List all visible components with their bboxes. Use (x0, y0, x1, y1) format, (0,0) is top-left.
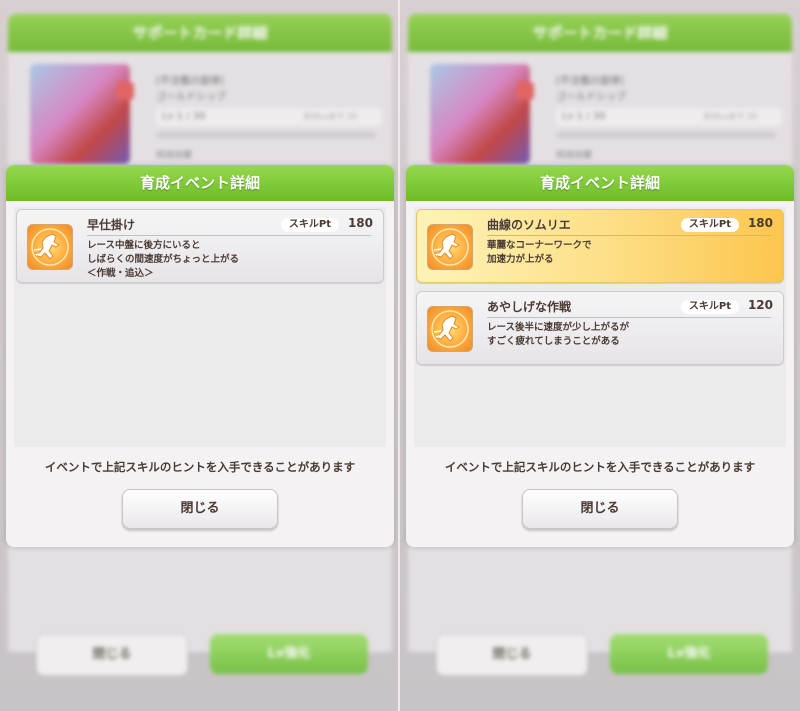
card-title: [不沈艦の旋律] (156, 76, 224, 87)
support-card-image[interactable] (430, 64, 530, 164)
card-level-note: 次のLvまで 15 (303, 112, 357, 121)
skill-pt-label: スキルPt (280, 218, 339, 232)
level-up-button[interactable]: Lv強化 (210, 634, 368, 674)
modal-title: 育成イベント詳細 (6, 165, 394, 201)
skill-pt-value: 120 (747, 298, 773, 312)
event-description-line: レース後半に速度が少し上がるが (487, 322, 630, 333)
support-card-detail-title: サポートカード詳細 (8, 14, 392, 52)
level-gauge (156, 132, 376, 138)
card-name: ゴールドシップ (556, 92, 626, 103)
speed-runner-icon (27, 224, 73, 270)
card-level-note: 次のLvまで 15 (703, 112, 757, 121)
left-screen: サポートカード詳細 [不沈艦の旋律] ゴールドシップ Lv 1 / 30 次のL… (0, 0, 400, 711)
support-card-detail-title: サポートカード詳細 (408, 14, 792, 52)
hint-note: イベントで上記スキルのヒントを入手できることがあります (44, 460, 356, 474)
event-description: レース中盤に後方にいると しばらくの間速度がちょっと上がる ＜作戦・追込＞ (87, 239, 239, 281)
event-card[interactable]: 早仕掛け スキルPt 180 レース中盤に後方にいると しばらくの間速度がちょっ… (16, 209, 384, 283)
skill-pt-label: スキルPt (680, 300, 739, 314)
event-skill-name: 早仕掛け (87, 218, 136, 232)
training-event-modal: 育成イベント詳細 曲線のソムリエ スキルPt 180 華麗なコーナーワークで 加… (406, 165, 794, 547)
skill-pt-value: 180 (347, 216, 373, 230)
event-list: 曲線のソムリエ スキルPt 180 華麗なコーナーワークで 加速力が上がる あや… (414, 207, 786, 447)
event-divider (87, 235, 371, 236)
event-description-line: 華麗なコーナーワークで (487, 240, 592, 251)
event-divider (487, 235, 771, 236)
skill-pt-value: 180 (747, 216, 773, 230)
event-card[interactable]: あやしげな作戦 スキルPt 120 レース後半に速度が少し上がるが すごく疲れて… (416, 291, 784, 365)
event-description-line: しばらくの間速度がちょっと上がる (87, 254, 240, 265)
event-divider (487, 317, 771, 318)
event-description: レース後半に速度が少し上がるが すごく疲れてしまうことがある (487, 321, 629, 349)
event-description: 華麗なコーナーワークで 加速力が上がる (487, 239, 592, 267)
event-description-line: レース中盤に後方にいると (87, 240, 201, 251)
favorite-heart-icon[interactable] (116, 82, 134, 100)
training-event-modal: 育成イベント詳細 早仕掛け スキルPt 180 レース中盤に後方にいると しばら… (6, 165, 394, 547)
card-name: ゴールドシップ (156, 92, 226, 103)
event-description-line: 加速力が上がる (487, 254, 554, 265)
hint-note: イベントで上記スキルのヒントを入手できることがあります (444, 460, 756, 474)
favorite-heart-icon[interactable] (516, 82, 534, 100)
close-button[interactable]: 閉じる (522, 489, 678, 529)
event-description-line: すごく疲れてしまうことがある (487, 336, 620, 347)
level-up-button[interactable]: Lv強化 (610, 634, 768, 674)
right-screen: サポートカード詳細 [不沈艦の旋律] ゴールドシップ Lv 1 / 30 次のL… (400, 0, 800, 711)
close-button[interactable]: 閉じる (122, 489, 278, 529)
card-title: [不沈艦の旋律] (556, 76, 624, 87)
effects-label: 所持効果 (556, 151, 593, 161)
modal-title: 育成イベント詳細 (406, 165, 794, 201)
level-gauge (556, 132, 776, 138)
event-skill-name: 曲線のソムリエ (487, 218, 571, 232)
effects-label: 所持効果 (156, 151, 193, 161)
event-list: 早仕掛け スキルPt 180 レース中盤に後方にいると しばらくの間速度がちょっ… (14, 207, 386, 447)
support-card-image[interactable] (30, 64, 130, 164)
speed-runner-icon (427, 224, 473, 270)
footer-close-button[interactable]: 閉じる (436, 634, 588, 676)
skill-pt-label: スキルPt (680, 218, 739, 232)
speed-runner-icon (427, 306, 473, 352)
event-skill-name: あやしげな作戦 (487, 300, 572, 314)
event-description-line: ＜作戦・追込＞ (87, 268, 154, 279)
footer-close-button[interactable]: 閉じる (36, 634, 188, 676)
event-card-gold[interactable]: 曲線のソムリエ スキルPt 180 華麗なコーナーワークで 加速力が上がる (416, 209, 784, 283)
